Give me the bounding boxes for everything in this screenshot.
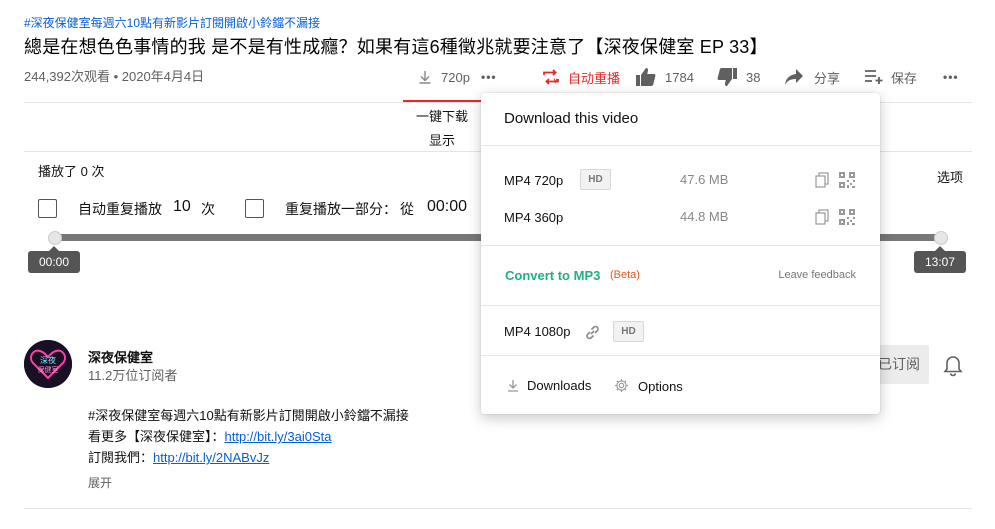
dislike-button[interactable]: 38 [717,66,760,88]
range-start-handle[interactable] [48,231,62,245]
thumbs-up-icon [635,67,656,87]
divider [481,305,880,306]
one-click-download-label[interactable]: 一键下载 [403,106,481,125]
from-label: 從 [400,201,414,217]
description-line: 訂閱我們：http://bit.ly/2NABvJz [88,447,269,466]
channel-name[interactable]: 深夜保健室 [88,347,153,366]
range-end-handle[interactable] [934,231,948,245]
quality-download-button[interactable]: 720p [418,66,470,88]
description-link[interactable]: http://bit.ly/2NABvJz [153,450,269,465]
repeat-icon [541,67,561,87]
dislike-count: 38 [746,69,761,85]
divider [24,508,972,509]
divider [481,355,880,356]
like-button[interactable]: 1784 [635,66,694,88]
autoplay-repeat-button[interactable]: 自动重播 [541,66,620,88]
show-more-button[interactable]: 展开 [88,474,112,491]
partial-repeat-label: 重复播放一部分： [285,201,397,217]
convert-to-mp3-button[interactable]: Convert to MP3 [505,268,600,283]
options-label: Options [638,379,683,394]
download-arrow-icon [418,70,432,84]
save-label: 保存 [891,70,918,86]
times-unit-label: 次 [201,201,215,217]
playlist-add-icon [864,69,884,85]
link-icon[interactable] [584,324,601,346]
description-text: 訂閱我們： [88,450,154,465]
video-title: 總是在想色色事情的我 是不是有性成癮？如果有這6種徵兆就要注意了【深夜保健室 E… [24,37,768,57]
share-button[interactable]: 分享 [784,66,840,88]
start-time-tooltip: 00:00 [28,246,81,273]
divider [481,145,880,146]
from-time-input[interactable]: 00:00 [427,198,467,216]
save-button[interactable]: 保存 [864,66,917,88]
hd-badge: HD [580,169,611,190]
end-time-tooltip: 13:07 [914,246,967,273]
notification-bell-icon[interactable] [943,355,963,382]
more-actions-button[interactable]: ••• [943,66,959,88]
download-arrow-icon [507,379,519,395]
qr-code-icon[interactable] [839,172,855,193]
svg-text:保健室: 保健室 [38,365,59,374]
video-hashtag[interactable]: #深夜保健室每週六10點有新影片訂閱開啟小鈴鐺不漏接 [24,14,320,31]
auto-repeat-checkbox[interactable] [38,199,57,218]
format-mp4-1080p[interactable]: MP4 1080p [504,324,571,339]
auto-repeat-label: 自动重复播放 [78,201,162,217]
share-label: 分享 [814,70,841,86]
view-count-date: 244,392次观看 • 2020年4月4日 [24,69,205,84]
options-button[interactable]: Options [614,378,683,396]
file-size: 47.6 MB [680,172,729,187]
thumbs-down-icon [717,67,738,87]
show-label[interactable]: 显示 [403,130,481,149]
beta-label: (Beta) [610,269,640,281]
autoplay-repeat-label: 自动重播 [568,70,621,86]
loop-options-link[interactable]: 选项 [937,167,963,186]
hd-badge: HD [613,321,644,342]
description-link[interactable]: http://bit.ly/3ai0Sta [225,429,332,444]
copy-link-icon[interactable] [815,172,829,193]
channel-avatar[interactable]: 深夜 保健室 [24,340,72,388]
play-count: 播放了 0 次 [38,164,105,179]
like-count: 1784 [665,69,694,85]
gear-icon [614,378,629,396]
format-mp4-720p[interactable]: MP4 720p [504,173,563,188]
leave-feedback-link[interactable]: Leave feedback [778,269,856,281]
repeat-count-input[interactable]: 10 [173,198,191,216]
popup-title: Download this video [504,110,639,127]
download-popup: Download this video MP4 720p HD 47.6 MB … [481,93,880,414]
description-line: #深夜保健室每週六10點有新影片訂閱開啟小鈴鐺不漏接 [88,408,409,423]
file-size: 44.8 MB [680,209,729,224]
format-mp4-360p[interactable]: MP4 360p [504,210,563,225]
svg-text:深夜: 深夜 [40,355,56,365]
share-arrow-icon [784,68,804,86]
divider [481,245,880,246]
downloads-button[interactable]: Downloads [507,378,591,395]
copy-link-icon[interactable] [815,209,829,230]
subscriber-count: 11.2万位订阅者 [88,368,178,383]
partial-repeat-checkbox[interactable] [245,199,264,218]
quality-more-button[interactable]: ••• [481,66,497,88]
qr-code-icon[interactable] [839,209,855,230]
quality-label: 720p [441,69,470,85]
description-line: 看更多【深夜保健室】：http://bit.ly/3ai0Sta [88,426,331,445]
description-text: 看更多【深夜保健室】： [88,429,225,444]
downloads-label: Downloads [527,378,592,393]
